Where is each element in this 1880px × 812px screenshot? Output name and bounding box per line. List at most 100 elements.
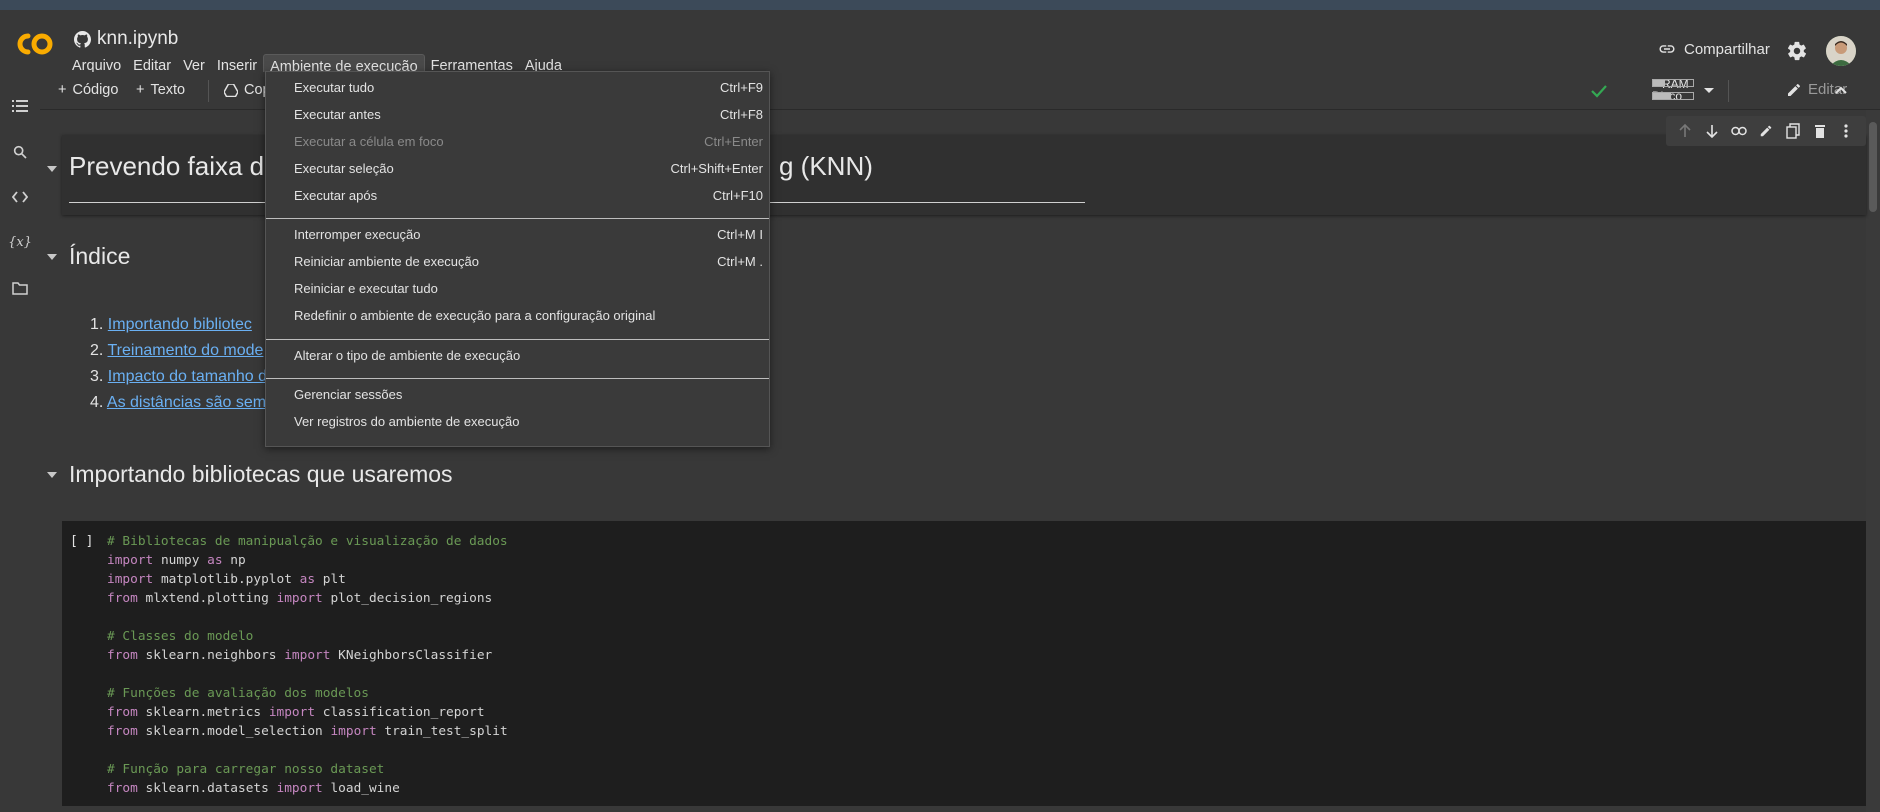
code-comment: # Funções de avaliação dos modelos — [107, 686, 369, 701]
runtime-menu-item[interactable]: Ver registros do ambiente de execução — [266, 408, 769, 435]
code-line: from sklearn.datasets import load_wine — [107, 779, 508, 798]
code-comment: # Bibliotecas de manipualção e visualiza… — [107, 534, 508, 549]
runtime-menu-item[interactable]: Reiniciar ambiente de execução Ctrl+M . — [266, 248, 769, 275]
menu-separator — [266, 339, 769, 340]
runtime-menu-item[interactable]: Executar seleção Ctrl+Shift+Enter — [266, 155, 769, 182]
menu-item-shortcut: Ctrl+Shift+Enter — [670, 161, 764, 176]
code-token: np — [222, 553, 246, 568]
notebook-scrollbar[interactable] — [1866, 110, 1880, 812]
toc-item: 3. Impacto do tamanho d — [90, 364, 267, 390]
index-heading: Índice — [69, 243, 131, 269]
runtime-menu-item[interactable]: Redefinir o ambiente de execução para a … — [266, 302, 769, 329]
add-text-label: Texto — [150, 82, 186, 98]
add-text-button[interactable]: + Texto — [136, 82, 185, 98]
collapse-section-icon[interactable] — [47, 254, 57, 260]
code-line: # Funções de avaliação dos modelos — [107, 684, 508, 703]
collapse-section-icon[interactable] — [47, 472, 57, 478]
toc-link[interactable]: As distâncias são sem — [107, 394, 266, 411]
menu-item-label: Executar a célula em foco — [294, 134, 444, 149]
toc-item: 1. Importando bibliotec — [90, 312, 267, 338]
code-line: import matplotlib.pyplot as plt — [107, 570, 508, 589]
ram-usage-bar — [1652, 79, 1694, 87]
code-token: matplotlib.pyplot — [153, 572, 300, 587]
move-down-icon[interactable] — [1704, 123, 1720, 139]
add-code-button[interactable]: + Código — [58, 82, 118, 98]
connected-check-icon — [1591, 85, 1607, 98]
import-libraries-heading: Importando bibliotecas que usaremos — [69, 461, 453, 487]
app-header: knn.ipynb Arquivo Editar Ver Inserir Amb… — [0, 10, 1880, 80]
table-of-contents-list: 1. Importando bibliotec 2. Treinamento d… — [90, 312, 267, 416]
toc-link[interactable]: Impacto do tamanho d — [108, 368, 267, 385]
colab-logo-icon[interactable] — [14, 28, 56, 60]
menu-item-label: Interromper execução — [294, 227, 421, 242]
runtime-menu-item[interactable]: Executar tudo Ctrl+F9 — [266, 74, 769, 101]
code-line: # Função para carregar nosso dataset — [107, 760, 508, 779]
notebook-title[interactable]: knn.ipynb — [97, 28, 178, 50]
mirror-cell-icon[interactable] — [1785, 123, 1801, 139]
table-of-contents-icon[interactable] — [8, 94, 32, 118]
runtime-menu-item[interactable]: Alterar o tipo de ambiente de execução — [266, 342, 769, 369]
toc-number: 1. — [90, 316, 104, 333]
runtime-menu-item[interactable]: Interromper execução Ctrl+M I — [266, 221, 769, 248]
toc-link[interactable]: Importando bibliotec — [108, 316, 252, 333]
menu-item-label: Reiniciar ambiente de execução — [294, 254, 479, 269]
code-keyword: from — [107, 705, 138, 720]
collapse-section-icon[interactable] — [47, 166, 57, 172]
delete-cell-icon[interactable] — [1812, 123, 1828, 139]
resources-dropdown-icon[interactable] — [1704, 88, 1714, 93]
menu-item-label: Redefinir o ambiente de execução para a … — [294, 308, 656, 323]
menu-item-label: Alterar o tipo de ambiente de execução — [294, 348, 521, 363]
variables-icon[interactable]: {x} — [8, 230, 32, 254]
code-line: from sklearn.neighbors import KNeighbors… — [107, 646, 508, 665]
code-token: plot_decision_regions — [322, 591, 493, 606]
add-code-label: Código — [72, 82, 119, 98]
move-up-icon[interactable] — [1677, 123, 1693, 139]
code-token: mlxtend.plotting — [137, 591, 277, 606]
code-keyword: from — [107, 591, 138, 606]
code-token: numpy — [153, 553, 208, 568]
code-line: from sklearn.model_selection import trai… — [107, 722, 508, 741]
runtime-menu-item[interactable]: Reiniciar e executar tudo — [266, 275, 769, 302]
code-editor[interactable]: # Bibliotecas de manipualção e visualiza… — [107, 532, 508, 798]
runtime-menu-item[interactable]: Executar após Ctrl+F10 — [266, 182, 769, 209]
drive-icon — [224, 83, 238, 97]
toc-number: 3. — [90, 368, 104, 385]
toc-link[interactable]: Treinamento do mode — [108, 342, 264, 359]
run-cell-indicator[interactable]: [ ] — [70, 534, 93, 549]
toolbar-divider — [208, 80, 209, 102]
code-keyword: import — [284, 648, 331, 663]
toc-number: 4. — [90, 394, 104, 411]
runtime-menu-item[interactable]: Gerenciar sessões — [266, 381, 769, 408]
code-snippets-icon[interactable] — [8, 185, 32, 209]
menu-item-shortcut: Ctrl+F9 — [720, 80, 763, 95]
cell-link-icon[interactable] — [1731, 123, 1747, 139]
edit-cell-icon[interactable] — [1758, 123, 1774, 139]
folder-icon[interactable] — [8, 276, 32, 300]
menu-item-label: Executar antes — [294, 107, 381, 122]
code-keyword: import — [107, 572, 154, 587]
menu-item-label: Ver registros do ambiente de execução — [294, 414, 520, 429]
code-keyword: from — [107, 724, 138, 739]
scrollbar-thumb[interactable] — [1869, 122, 1877, 212]
code-keyword: import — [276, 781, 323, 796]
code-keyword: as — [299, 572, 316, 587]
gear-icon[interactable] — [1786, 40, 1808, 62]
plus-icon: + — [58, 82, 67, 98]
menu-separator — [266, 218, 769, 219]
share-button[interactable]: Compartilhar — [1658, 40, 1770, 58]
runtime-menu-item: Executar a célula em foco Ctrl+Enter — [266, 128, 769, 155]
copy-to-drive-button[interactable]: Cop — [224, 82, 271, 98]
menu-item-shortcut: Ctrl+F8 — [720, 107, 763, 122]
menu-item-label: Executar após — [294, 188, 378, 203]
menu-item-label: Executar tudo — [294, 80, 375, 95]
search-icon[interactable] — [8, 140, 32, 164]
code-keyword: as — [207, 553, 223, 568]
collapse-header-icon[interactable] — [1834, 85, 1848, 95]
code-keyword: from — [107, 781, 138, 796]
runtime-menu-item[interactable]: Executar antes Ctrl+F8 — [266, 101, 769, 128]
github-icon — [74, 30, 91, 48]
code-token: sklearn.metrics — [137, 705, 269, 720]
user-avatar[interactable] — [1826, 36, 1856, 66]
more-options-icon[interactable] — [1838, 123, 1854, 139]
